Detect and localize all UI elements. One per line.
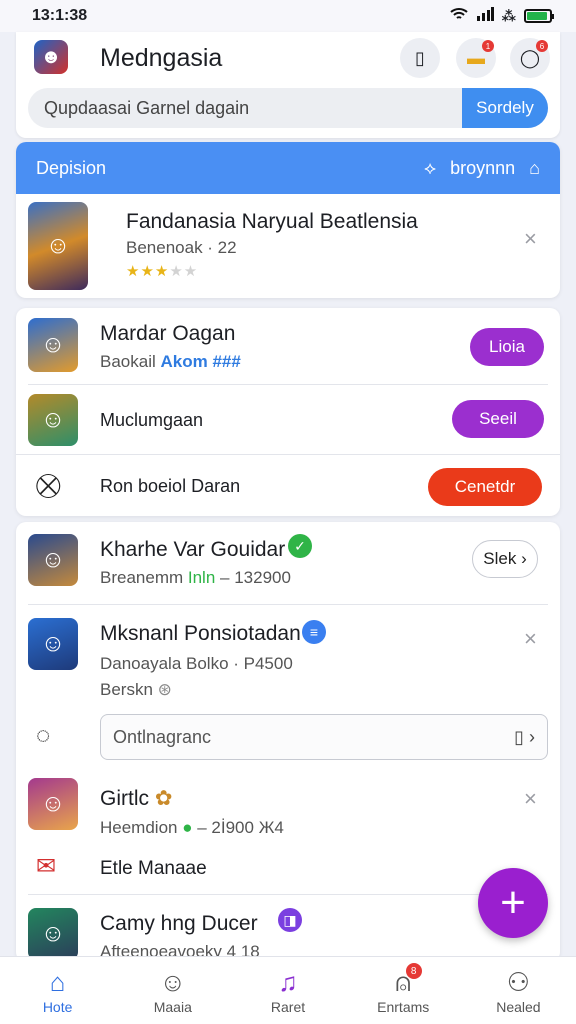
list-item-title[interactable]: Kharhe Var Gouidar xyxy=(100,538,285,562)
chat-bubble-icon[interactable]: ◌ xyxy=(36,722,50,750)
nav-home[interactable]: ⌂ Hote xyxy=(0,957,115,1024)
nav-music[interactable]: ♫ Raret xyxy=(230,957,345,1024)
list-item-subtitle: Heemdion ● – 2İ900 Ж4 xyxy=(100,818,284,837)
emoji-icon: ✿ xyxy=(154,787,173,810)
list-item-subtitle: Baokail Akom ### xyxy=(100,352,241,371)
featured-card: Depision ⟡ broynnn ⌂ ☺ Fandanasia Naryua… xyxy=(16,142,560,298)
list-item-title[interactable]: Muclumgaan xyxy=(100,410,203,431)
inbox-button[interactable]: ▬ 1 xyxy=(456,38,496,78)
notification-badge: 6 xyxy=(536,40,548,52)
list-item-subtitle: Danoayala Bolko · P4500 xyxy=(100,654,293,673)
list-item-subtitle: Breanemm Inln – 132900 xyxy=(100,568,291,587)
battery-icon xyxy=(524,9,554,23)
clock-icon: ⊛ xyxy=(157,680,172,699)
list-item-avatar: ☺ xyxy=(28,908,78,960)
wifi-icon xyxy=(450,7,468,26)
status-time: 13:1:38 xyxy=(32,7,88,24)
send-icon[interactable]: ▯ › xyxy=(514,727,535,748)
verified-badge: ✓ xyxy=(288,534,312,558)
featured-avatar[interactable]: ☺ xyxy=(28,202,88,290)
envelope-icon: ✉ xyxy=(36,853,57,880)
inbox-icon: ▬ xyxy=(467,47,485,68)
bookmark-button[interactable]: ▯ xyxy=(400,38,440,78)
teapot-icon: ⛒ xyxy=(36,472,61,499)
list-item-avatar: ☺ xyxy=(28,618,78,670)
nav-notifications[interactable]: ⍝ 8 Enrtams xyxy=(346,957,461,1024)
list-item-action-button[interactable]: Lioia xyxy=(470,328,544,366)
search-input[interactable] xyxy=(28,88,468,128)
inbox-badge: 1 xyxy=(482,40,494,52)
list-item-title[interactable]: Ron boeiol Daran xyxy=(100,476,240,497)
list-item-avatar: ☺ xyxy=(28,534,78,586)
featured-title[interactable]: Fandanasia Naryual Beatlensia xyxy=(126,210,418,234)
list-item-avatar: ☺ xyxy=(28,318,78,372)
cellular-icon: ⁂ xyxy=(501,7,516,24)
list-item-avatar: ☺ xyxy=(28,778,78,830)
nav-chat[interactable]: ☺ Maaia xyxy=(115,957,230,1024)
featured-bar-label: Depision xyxy=(36,157,107,178)
search-bar: Sordely xyxy=(28,88,548,128)
list-item-title[interactable]: Girtlc ✿ xyxy=(100,786,172,811)
list-item-action-button[interactable]: Cenetdr xyxy=(428,468,542,506)
music-icon: ♫ xyxy=(278,967,298,997)
notification-button[interactable]: ◯ 6 xyxy=(510,38,550,78)
app-logo: ☻ xyxy=(34,40,68,74)
list-item-close-icon[interactable]: × xyxy=(524,626,537,652)
bottom-nav: ⌂ Hote ☺ Maaia ♫ Raret ⍝ 8 Enrtams ⚇ Nea… xyxy=(0,956,576,1024)
comment-input[interactable]: Ontlnagranc ▯ › xyxy=(100,714,548,760)
list-item-title[interactable]: Mardar Oagan xyxy=(100,322,235,346)
location-icon[interactable]: ⟡ xyxy=(424,158,436,179)
badge-icon: ◨ xyxy=(278,908,302,932)
chat-icon: ☺ xyxy=(159,967,187,997)
nav-badge: 8 xyxy=(405,963,422,979)
info-badge: ≡ xyxy=(302,620,326,644)
profile-icon: ⚇ xyxy=(506,967,531,997)
rating-stars: ★★★★★ xyxy=(126,263,199,280)
featured-close-icon[interactable]: × xyxy=(524,226,537,252)
list-item-close-icon[interactable]: × xyxy=(524,786,537,812)
list-item-title[interactable]: Camy hng Ducer xyxy=(100,912,258,936)
notification-icon: ◯ xyxy=(519,47,541,68)
list-item-action-button[interactable]: Seeil xyxy=(452,400,544,438)
header: ☻ Medngasia ▯ ▬ 1 ◯ 6 Sordely xyxy=(16,32,560,138)
signal-icon xyxy=(476,6,494,26)
list-a: ☺ Mardar Oagan Baokail Akom ### Lioia ☺ … xyxy=(16,308,560,516)
list-item-title[interactable]: Etle Manaae xyxy=(100,858,207,880)
list-item-action-button[interactable]: Slek › xyxy=(472,540,538,578)
list-item-title[interactable]: Mksnanl Ponsiotadan xyxy=(100,622,301,646)
list-item-subtitle-secondary: Berskn ⊛ xyxy=(100,680,172,699)
featured-subtitle: Benenoak · 22 xyxy=(126,238,237,257)
featured-bar-right-label[interactable]: broynnn xyxy=(450,158,515,179)
list-item-avatar: ☺ xyxy=(28,394,78,446)
featured-bar: Depision ⟡ broynnn ⌂ xyxy=(16,142,560,194)
add-button[interactable]: + xyxy=(478,868,548,938)
app-title: Medngasia xyxy=(100,44,223,72)
home-icon: ⌂ xyxy=(49,967,66,997)
status-bar: 13:1:38 ⁂ xyxy=(0,0,576,32)
search-button[interactable]: Sordely xyxy=(462,88,548,128)
bell-outline-icon[interactable]: ⌂ xyxy=(529,158,540,179)
nav-profile[interactable]: ⚇ Nealed xyxy=(461,957,576,1024)
